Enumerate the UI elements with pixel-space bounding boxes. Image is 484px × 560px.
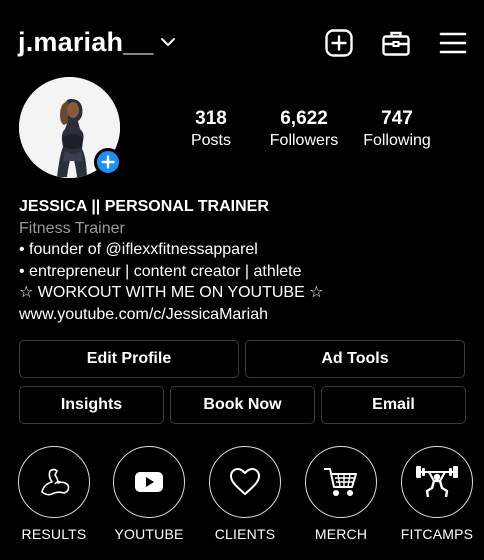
bio-line: • founder of @iflexxfitnessapparel — [19, 241, 258, 258]
menu-icon[interactable] — [438, 28, 468, 58]
username[interactable]: j.mariah__ — [18, 27, 154, 58]
shopping-cart-icon — [324, 468, 357, 496]
plus-icon — [101, 155, 115, 169]
highlight-label: FITCAMPS — [400, 526, 474, 542]
following-stat[interactable]: 747 Following — [342, 108, 452, 152]
following-count: 747 — [381, 108, 413, 129]
highlight-merch[interactable]: MERCH — [304, 446, 378, 542]
book-now-button[interactable]: Book Now — [170, 386, 315, 424]
ad-tools-button[interactable]: Ad Tools — [245, 340, 465, 378]
bio-line: ☆ WORKOUT WITH ME ON YOUTUBE ☆ — [19, 284, 324, 301]
bio: JESSICA || PERSONAL TRAINER Fitness Trai… — [19, 196, 469, 325]
heart-icon — [230, 468, 260, 495]
add-story-button[interactable] — [94, 148, 122, 176]
profile-name: JESSICA || PERSONAL TRAINER — [19, 198, 269, 215]
highlight-clients[interactable]: CLIENTS — [208, 446, 282, 542]
youtube-icon — [135, 472, 163, 492]
bio-line: • entrepreneur | content creator | athle… — [19, 262, 302, 280]
highlight-ring — [305, 446, 377, 518]
highlight-ring — [113, 446, 185, 518]
highlight-ring — [401, 446, 473, 518]
highlight-results[interactable]: RESULTS — [17, 446, 91, 542]
highlight-ring — [18, 446, 90, 518]
weightlifter-icon — [416, 466, 458, 498]
highlight-youtube[interactable]: YOUTUBE — [112, 446, 186, 542]
new-post-icon[interactable] — [324, 28, 354, 58]
profile-category: Fitness Trainer — [19, 219, 125, 237]
flexed-arm-icon — [41, 468, 70, 496]
chevron-down-icon[interactable] — [160, 36, 176, 48]
following-label: Following — [363, 132, 431, 149]
highlight-ring — [209, 446, 281, 518]
bio-link[interactable]: www.youtube.com/c/JessicaMariah — [19, 304, 469, 326]
email-button[interactable]: Email — [321, 386, 466, 424]
highlight-fitcamps[interactable]: FITCAMPS — [400, 446, 474, 542]
insights-button[interactable]: Insights — [19, 386, 164, 424]
top-bar: j.mariah__ — [0, 0, 484, 86]
briefcase-icon[interactable] — [381, 28, 411, 58]
edit-profile-button[interactable]: Edit Profile — [19, 340, 239, 378]
